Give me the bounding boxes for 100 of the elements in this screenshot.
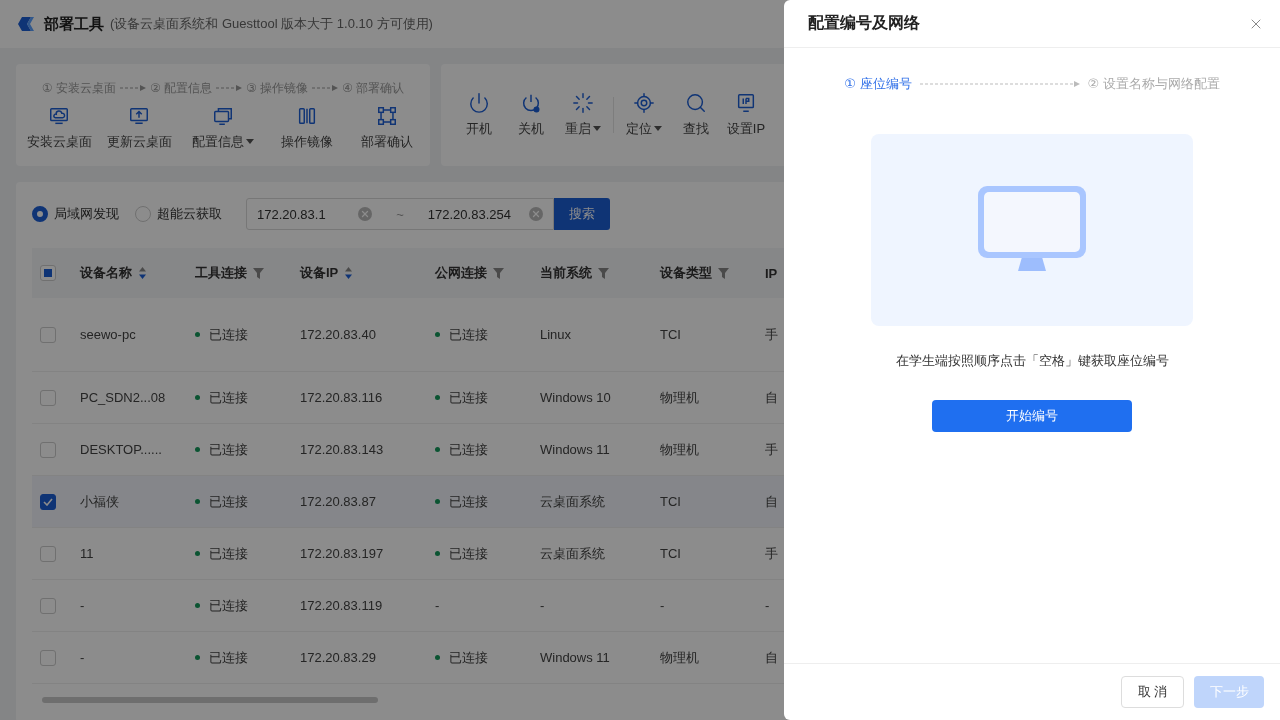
table-cell-text: 物理机 xyxy=(660,440,700,459)
table-cell-text: Windows 10 xyxy=(540,390,612,405)
column-header: IP xyxy=(765,265,778,281)
dashed-arrow-icon xyxy=(119,84,146,92)
search-button[interactable]: 搜索 xyxy=(554,198,610,230)
table-cell-text: Windows 11 xyxy=(540,442,611,457)
caret-icon xyxy=(593,126,601,132)
status-cell: 已连接 xyxy=(195,596,300,615)
toolbar-button[interactable]: 关机 xyxy=(505,92,557,138)
ip-icon xyxy=(735,92,757,114)
nodes-icon xyxy=(376,104,398,127)
status-dot xyxy=(195,447,200,452)
table-cell-text: 自 xyxy=(765,492,779,511)
table-cell-text: - xyxy=(435,598,441,613)
table-cell-text: Linux xyxy=(540,327,573,342)
table-cell-text: - xyxy=(80,650,86,665)
table-cell-text: 小福侠 xyxy=(80,492,120,511)
toolbar-button[interactable]: 操作镜像 xyxy=(267,104,347,151)
status-cell: 已连接 xyxy=(435,440,540,459)
table-cell-text: seewo-pc xyxy=(80,327,137,342)
toolbar-button[interactable]: 安装云桌面 xyxy=(19,104,99,151)
status-cell: 已连接 xyxy=(435,325,540,344)
table-cell-text: TCI xyxy=(660,494,682,509)
caret-icon xyxy=(654,126,662,132)
scrollbar-thumb[interactable] xyxy=(42,697,378,703)
dashed-arrow-icon xyxy=(216,84,242,92)
table-cell-text: - xyxy=(540,598,546,613)
column-header: 设备名称 xyxy=(80,264,132,282)
radio-option[interactable]: 局域网发现 xyxy=(32,205,119,223)
table-cell-text: 手 xyxy=(765,440,779,459)
drawer-title: 配置编号及网络 xyxy=(808,13,920,33)
status-cell: 已连接 xyxy=(435,388,540,407)
app-title: 部署工具 xyxy=(44,14,104,34)
table-cell-text: PC_SDN2...08 xyxy=(80,390,167,405)
filter-icon[interactable] xyxy=(598,267,609,279)
filter-icon[interactable] xyxy=(718,267,729,279)
table-cell-text: 云桌面系统 xyxy=(540,492,606,511)
cancel-button[interactable]: 取 消 xyxy=(1121,676,1184,708)
table-cell-text: 172.20.83.87 xyxy=(300,494,377,509)
dashed-arrow-icon xyxy=(312,84,339,92)
sort-icon[interactable] xyxy=(138,266,147,280)
status-dot xyxy=(195,395,200,400)
table-cell-text: 172.20.83.143 xyxy=(300,442,385,457)
table-cell-text: 手 xyxy=(765,325,779,344)
table-cell-text: 172.20.83.116 xyxy=(300,390,384,405)
check-icon xyxy=(43,497,53,506)
status-cell: 已连接 xyxy=(195,440,300,459)
table-cell-text: 物理机 xyxy=(660,648,700,667)
row-checkbox[interactable] xyxy=(40,493,56,510)
status-dot xyxy=(195,332,200,337)
app-subtitle: (设备云桌面系统和 Guesttool 版本大于 1.0.10 方可使用) xyxy=(110,15,433,33)
select-all-checkbox[interactable] xyxy=(40,265,56,281)
table-cell-text: 自 xyxy=(765,388,779,407)
status-dot xyxy=(195,603,200,608)
table-cell-text: - xyxy=(765,598,771,613)
wizard-step: ② 设置名称与网络配置 xyxy=(1087,75,1220,93)
table-cell-text: 云桌面系统 xyxy=(540,544,606,563)
toolbar-button[interactable]: 更新云桌面 xyxy=(99,104,179,151)
status-dot xyxy=(195,551,200,556)
status-dot xyxy=(195,655,200,660)
table-cell-text: 物理机 xyxy=(660,388,700,407)
wizard-step: ① 座位编号 xyxy=(844,75,912,93)
ip-range-field[interactable]: 172.20.83.1 ~ 172.20.83.254 xyxy=(246,198,554,230)
table-cell-text: 172.20.83.197 xyxy=(300,546,385,561)
table-cell-text: - xyxy=(660,598,666,613)
toolbar-button[interactable]: 设置IP xyxy=(722,92,770,138)
clear-icon[interactable] xyxy=(529,207,543,221)
status-cell: 已连接 xyxy=(195,325,300,344)
table-cell-text: 手 xyxy=(765,544,779,563)
filter-icon[interactable] xyxy=(253,267,264,279)
caret-icon xyxy=(246,138,254,145)
filter-icon[interactable] xyxy=(493,267,504,279)
search-icon xyxy=(685,92,707,114)
table-cell-text: 自 xyxy=(765,648,779,667)
toolbar-button[interactable]: 重启 xyxy=(557,92,609,138)
status-dot xyxy=(435,395,440,400)
table-cell-text: DESKTOP...... xyxy=(80,442,163,457)
status-cell: 已连接 xyxy=(435,648,540,667)
radio-option[interactable]: 超能云获取 xyxy=(135,205,222,223)
toolbar-button[interactable]: 配置信息 xyxy=(179,104,267,151)
clear-icon[interactable] xyxy=(358,207,373,221)
table-cell-text: 172.20.83.40 xyxy=(300,327,377,342)
toolbar-button[interactable]: 查找 xyxy=(670,92,722,138)
locate-icon xyxy=(633,92,655,114)
toolbar-button[interactable]: 开机 xyxy=(453,92,505,138)
status-cell: 已连接 xyxy=(435,544,540,563)
status-cell: 已连接 xyxy=(195,492,300,511)
status-dot xyxy=(435,447,440,452)
column-header: 当前系统 xyxy=(540,264,592,282)
start-numbering-button[interactable]: 开始编号 xyxy=(932,400,1132,432)
status-cell: 已连接 xyxy=(195,388,300,407)
table-cell-text: 172.20.83.119 xyxy=(300,598,384,613)
table-cell-text: 11 xyxy=(80,546,95,561)
table-cell-text: 172.20.83.29 xyxy=(300,650,377,665)
toolbar-button[interactable]: 部署确认 xyxy=(347,104,427,151)
status-dot xyxy=(435,655,440,660)
sort-icon[interactable] xyxy=(344,266,354,280)
status-dot xyxy=(435,332,440,337)
toolbar-button[interactable]: 定位 xyxy=(618,92,670,138)
status-cell: 已连接 xyxy=(435,492,540,511)
